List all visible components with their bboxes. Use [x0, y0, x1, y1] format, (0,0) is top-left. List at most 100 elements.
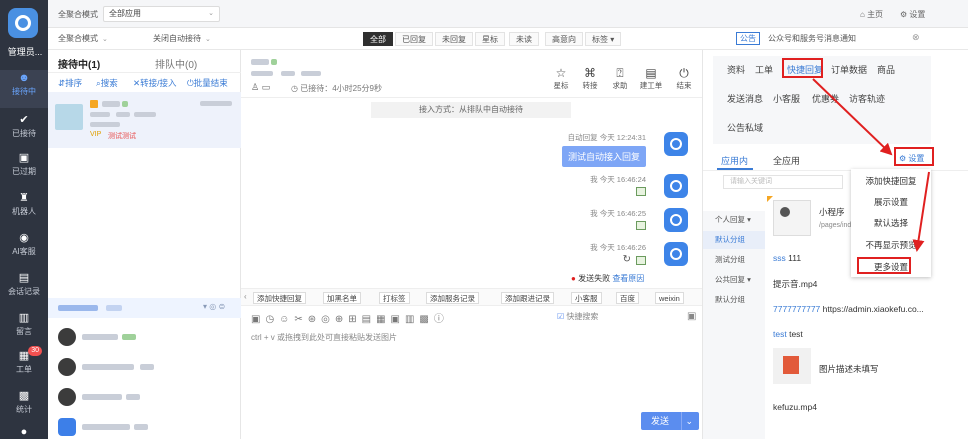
paste-hint: ctrl + v 或拖拽到此处可直接粘贴发送图片: [251, 333, 398, 342]
send-failed-notice: ● 发送失败 查看原因: [571, 274, 645, 283]
clock-icon: ▣: [18, 152, 30, 164]
add-service-record-button[interactable]: 添加服务记录: [426, 292, 479, 304]
image-icon[interactable]: [636, 187, 646, 196]
scroll-left-icon[interactable]: ‹: [244, 292, 247, 301]
filter-unreplied[interactable]: 未回复: [435, 32, 473, 46]
filter-tags[interactable]: 标签 ▾: [585, 32, 622, 46]
history-row[interactable]: [48, 412, 241, 442]
close-icon[interactable]: ⊗: [912, 32, 920, 43]
filter-high-intent[interactable]: 高意向: [545, 32, 583, 46]
nav-item-robot[interactable]: ♜ 机器人: [0, 190, 48, 228]
visitor-avatar: [58, 328, 76, 346]
notice-tag: 公告: [736, 32, 760, 45]
create-ticket-button[interactable]: ▤ 建工单: [636, 66, 666, 91]
message-meta: 我 今天 16:46:24: [590, 175, 646, 184]
robot-icon: ♜: [19, 192, 29, 204]
view-reason-link[interactable]: 查看原因: [612, 274, 644, 283]
chevron-down-icon[interactable]: ⌄: [681, 412, 693, 430]
message-meta: 自动回复 今天 12:24:31: [567, 133, 646, 142]
transfer-button[interactable]: ⌘ 转接: [575, 66, 605, 91]
notice-text[interactable]: 公众号和服务号消息通知: [768, 33, 928, 44]
history-section-header[interactable]: ▾ ◎ ⊜: [48, 298, 241, 318]
nav-item-received[interactable]: ✔ 已接待: [0, 112, 48, 150]
image-icon[interactable]: [636, 256, 646, 265]
history-row[interactable]: [48, 322, 241, 352]
annotation-arrow: [912, 171, 930, 252]
power-icon: ⏻: [679, 66, 689, 80]
message-meta: 我 今天 16:46:26: [590, 243, 646, 252]
nav-item-records[interactable]: ▤ 会话记录: [0, 270, 48, 308]
nav-item-ai[interactable]: ◉ AI客服: [0, 230, 48, 268]
admin-name[interactable]: 管理员...: [2, 45, 48, 58]
chevron-down-icon: ⌄: [205, 36, 211, 43]
visitor-avatar: [58, 418, 76, 436]
filter-unread[interactable]: 未读: [509, 32, 539, 46]
resend-icon[interactable]: ↻: [623, 254, 631, 265]
left-nav: 管理员... ☻ 接待中 ✔ 已接待 ▣ 已过期 ♜ 机器人 ◉ AI客服 ▤ 会话记录 ▥…: [0, 0, 48, 439]
nav-item-expired[interactable]: ▣ 已过期: [0, 150, 48, 188]
star-button[interactable]: ☆ 星标: [546, 66, 576, 91]
history-row[interactable]: [48, 352, 241, 382]
top-bar: 全聚合模式 全部应用 ⌄ ⌂ 主页 ⚙ 设置: [48, 0, 968, 28]
filter-all[interactable]: 全部: [363, 32, 393, 46]
auto-reception-select[interactable]: 关闭自动接待 ⌄: [153, 33, 211, 44]
message-meta: 我 今天 16:46:25: [590, 209, 646, 218]
nav-item-more[interactable]: ●: [0, 424, 48, 439]
tab-receiving[interactable]: 接待中(1): [58, 56, 100, 71]
message-icon: ▥: [18, 312, 30, 324]
caret-down-icon: ▾: [610, 35, 615, 44]
ticket-icon: ▤: [645, 66, 657, 80]
tag-button[interactable]: 打标签: [379, 292, 410, 304]
baidu-button[interactable]: 百度: [616, 292, 639, 304]
settings-link[interactable]: ⚙ 设置: [900, 9, 925, 20]
app-select[interactable]: 全部应用 ⌄: [103, 6, 220, 22]
expand-icon[interactable]: ▣: [687, 311, 696, 322]
visitor-avatar: [58, 358, 76, 376]
weixin-button[interactable]: weixin: [655, 292, 684, 304]
batch-end-button[interactable]: ⏻批量结束: [187, 77, 228, 89]
agent-avatar: [664, 208, 688, 232]
editor-icon-row[interactable]: ▣◷☺✂⊛◎⊕⊞▤▦▣▥▩ⓘ: [251, 310, 449, 325]
message-bubble: 测试自动接入回复: [561, 146, 646, 167]
reception-time: ◷ 已接待：4小时25分9秒: [291, 84, 382, 93]
filter-starred[interactable]: 星标: [475, 32, 505, 46]
visitor-avatar: [58, 388, 76, 406]
nav-item-messages[interactable]: ▥ 留言: [0, 310, 48, 348]
nav-item-stats[interactable]: ▩ 统计: [0, 388, 48, 426]
image-icon[interactable]: [636, 221, 646, 230]
home-icon: ⌂: [860, 10, 868, 19]
nav-item-tickets[interactable]: ▦ 工单 30: [0, 346, 48, 386]
quick-search-toggle[interactable]: ☑ 快捷搜索: [557, 311, 598, 322]
tab-queue[interactable]: 排队中(0): [155, 56, 197, 71]
chat-header: ♙ ▭ ◷ 已接待：4小时25分9秒 ☆ 星标 ⌘ 转接 ⍰ 求助 ▤ 建工单 ⏻ 结束: [241, 50, 702, 98]
chat-tool-row: ‹ 添加快捷回复 加黑名单 打标签 添加服务记录 添加跟进记录 小客服 百度 w…: [241, 288, 702, 306]
help-button[interactable]: ⍰ 求助: [605, 66, 635, 91]
clock-icon: ◷: [291, 84, 301, 93]
home-link[interactable]: ⌂ 主页: [860, 9, 883, 20]
agent-avatar: [664, 132, 688, 156]
blacklist-button[interactable]: 加黑名单: [323, 292, 361, 304]
error-icon: ●: [571, 274, 576, 283]
conversation-item[interactable]: VIP 测试测试: [48, 92, 241, 148]
sort-button[interactable]: ⇵排序: [58, 77, 82, 89]
search-button[interactable]: ⌕搜索: [96, 77, 118, 89]
add-followup-record-button[interactable]: 添加跟进记录: [501, 292, 554, 304]
mode-select[interactable]: 全聚合模式 ⌄: [58, 33, 108, 44]
filter-toolbar: 全聚合模式 ⌄ 关闭自动接待 ⌄ 全部 已回复 未回复 星标 未读 高意向 标签 ▾…: [48, 28, 968, 50]
end-session-button[interactable]: ⏻ 结束: [669, 66, 699, 91]
user-icon: ♙ ▭: [251, 82, 271, 92]
star-icon: ☆: [555, 66, 567, 80]
nav-item-receiving[interactable]: ☻ 接待中: [0, 70, 48, 108]
filter-replied[interactable]: 已回复: [395, 32, 433, 46]
send-button[interactable]: 发送 ⌄: [641, 412, 699, 430]
history-row[interactable]: [48, 382, 241, 412]
vip-badge: VIP: [90, 131, 102, 138]
chat-panel: ♙ ▭ ◷ 已接待：4小时25分9秒 ☆ 星标 ⌘ 转接 ⍰ 求助 ▤ 建工单 ⏻ 结束 …: [241, 50, 702, 439]
power-icon: ⏻: [187, 78, 194, 88]
checkbox-icon: ☑: [557, 312, 565, 321]
mini-service-button[interactable]: 小客服: [571, 292, 602, 304]
transfer-button[interactable]: ✕转接/接入: [133, 77, 177, 89]
collapse-icon[interactable]: ▾ ◎ ⊜: [203, 302, 225, 311]
right-panel: 资料 工单 快捷回复 订单数据 商品 发送消息 小客服 优惠券 访客轨迹 公告私…: [702, 50, 968, 439]
add-quick-reply-button[interactable]: 添加快捷回复: [253, 292, 306, 304]
